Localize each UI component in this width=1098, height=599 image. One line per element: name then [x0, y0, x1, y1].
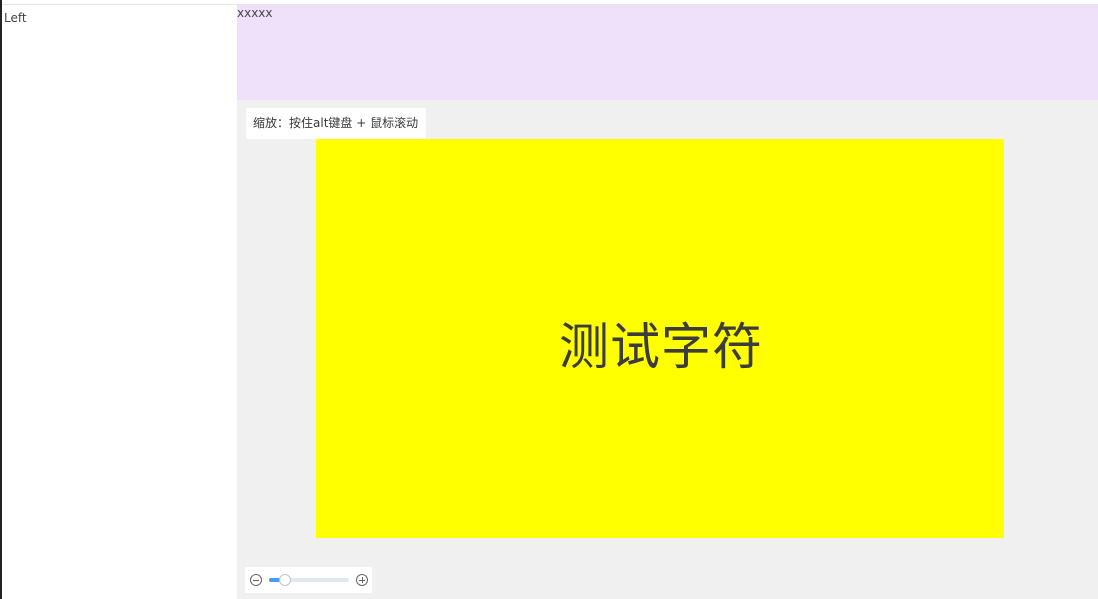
header-bar: xxxxx	[237, 5, 1098, 100]
zoom-control	[245, 567, 372, 593]
minus-circle-icon[interactable]	[250, 574, 262, 586]
plus-circle-icon[interactable]	[356, 574, 368, 586]
header-label: xxxxx	[237, 6, 273, 20]
left-panel: Left	[2, 5, 237, 599]
left-panel-label: Left	[4, 11, 27, 25]
zoom-hint: 缩放：按住alt键盘 + 鼠标滚动	[246, 108, 426, 139]
app-window: Left xxxxx 缩放：按住alt键盘 + 鼠标滚动 测试字符	[0, 0, 1098, 599]
content-area: 缩放：按住alt键盘 + 鼠标滚动 测试字符	[237, 100, 1098, 599]
zoom-slider-handle[interactable]	[279, 574, 291, 586]
zoomable-canvas[interactable]: 测试字符	[316, 139, 1004, 538]
canvas-text: 测试字符	[559, 317, 763, 376]
zoom-slider[interactable]	[269, 574, 349, 586]
